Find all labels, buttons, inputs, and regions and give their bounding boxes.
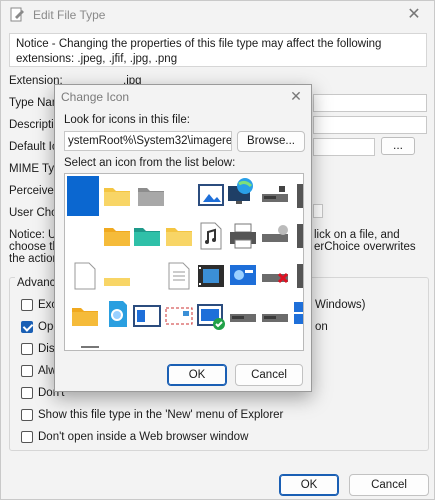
windows-logo-icon[interactable] <box>291 298 304 330</box>
description-input[interactable] <box>313 116 427 134</box>
drive-icon[interactable] <box>227 300 259 332</box>
type-name-input[interactable] <box>313 94 427 112</box>
video-icon[interactable] <box>195 260 227 292</box>
user-choice-input[interactable] <box>313 204 323 218</box>
close-icon[interactable]: ✕ <box>287 87 305 105</box>
checkbox[interactable] <box>21 343 33 355</box>
window-icon[interactable] <box>131 300 163 332</box>
drive-icon[interactable] <box>259 300 291 332</box>
dialog-cancel-button[interactable]: Cancel <box>235 364 303 386</box>
option-1-label-tail: Windows) <box>315 299 366 311</box>
dialog-title: Change Icon <box>61 90 130 104</box>
folder-teal-icon[interactable] <box>131 220 163 252</box>
drive-side-icon[interactable] <box>291 220 304 252</box>
extensions-notice: Notice - Changing the properties of this… <box>9 33 427 67</box>
drive-icon[interactable] <box>259 180 291 212</box>
look-for-label: Look for icons in this file: <box>64 114 190 126</box>
advanced-option-show-new-menu[interactable]: Show this file type in the 'New' menu of… <box>21 409 283 421</box>
checkbox[interactable] <box>21 409 33 421</box>
drive-side-icon[interactable] <box>291 260 304 292</box>
browse-button[interactable]: Browse... <box>237 131 305 152</box>
notice2-line-2-right: erChoice overwrites <box>314 241 416 253</box>
control-panel-icon[interactable] <box>227 260 259 292</box>
advanced-option-no-browser[interactable]: Don't open inside a Web browser window <box>21 431 248 443</box>
check-badge-icon[interactable] <box>195 300 227 332</box>
checkbox[interactable] <box>21 387 33 399</box>
checkbox-checked[interactable] <box>21 321 33 333</box>
partial-icon[interactable] <box>79 338 111 351</box>
window-title: Edit File Type <box>33 8 106 22</box>
option-2-label-tail: on <box>315 321 328 333</box>
search-document-icon[interactable] <box>101 298 133 330</box>
notice2-line-1-right: lick on a file, and <box>314 229 400 241</box>
title-bar: Edit File Type ✕ <box>1 1 434 29</box>
icon-list[interactable] <box>64 173 304 351</box>
option-label: Show this file type in the 'New' menu of… <box>38 409 284 421</box>
checkbox[interactable] <box>21 431 33 443</box>
option-label: Don't open inside a Web browser window <box>38 431 249 443</box>
drive-side-icon[interactable] <box>291 180 304 212</box>
document-icon[interactable] <box>69 260 101 292</box>
edit-file-type-icon <box>10 7 24 22</box>
folder-icon[interactable] <box>69 300 101 332</box>
default-icon-input[interactable] <box>313 138 375 156</box>
dialog-ok-button[interactable]: OK <box>167 364 227 386</box>
cancel-button[interactable]: Cancel <box>349 474 429 496</box>
folder-icon[interactable] <box>101 180 133 212</box>
browse-icon-button[interactable]: ... <box>381 137 415 155</box>
checkbox[interactable] <box>21 299 33 311</box>
globe-monitor-icon[interactable] <box>225 176 257 208</box>
description-label: Descriptio <box>9 119 61 131</box>
text-document-icon[interactable] <box>163 260 195 292</box>
network-drive-icon[interactable] <box>259 220 291 252</box>
mail-icon[interactable] <box>163 300 195 332</box>
printer-icon[interactable] <box>227 220 259 252</box>
selected-icon[interactable] <box>67 176 99 216</box>
close-icon[interactable]: ✕ <box>404 5 424 25</box>
select-icon-label: Select an icon from the list below: <box>64 157 236 169</box>
folder-open-icon[interactable] <box>101 262 133 294</box>
picture-icon[interactable] <box>195 180 227 212</box>
folder-gray-icon[interactable] <box>135 180 167 212</box>
ok-button[interactable]: OK <box>279 474 339 496</box>
folder-icon[interactable] <box>163 220 195 252</box>
change-icon-dialog: Change Icon ✕ Look for icons in this fil… <box>54 84 312 392</box>
drive-error-icon[interactable] <box>259 260 291 292</box>
checkbox[interactable] <box>21 365 33 377</box>
icon-file-path-input[interactable]: ystemRoot%\System32\imageres.dll <box>64 131 232 151</box>
music-file-icon[interactable] <box>195 220 227 252</box>
folder-icon[interactable] <box>101 220 133 252</box>
